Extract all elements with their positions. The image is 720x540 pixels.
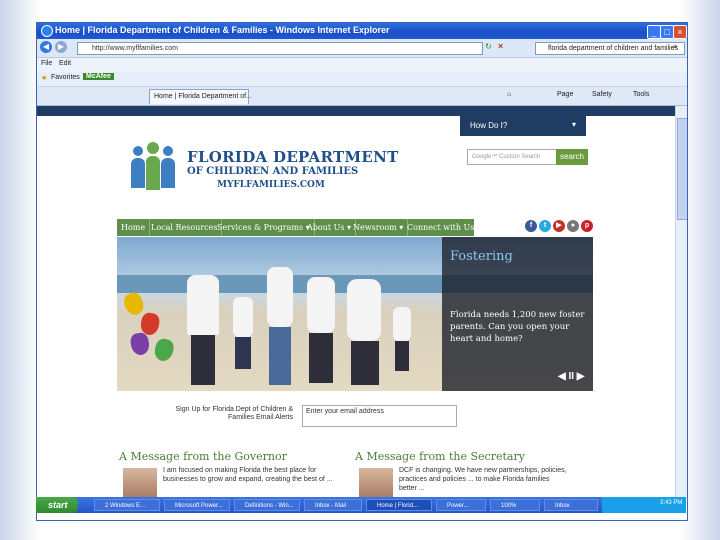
browser-window: Home | Florida Department of Children & … — [36, 22, 688, 521]
hero-banner[interactable]: Fostering Florida needs 1,200 new foster… — [117, 237, 593, 391]
cmd-safety[interactable]: Safety — [592, 91, 612, 98]
pinterest-icon[interactable]: p — [581, 220, 593, 232]
menu-bar: File Edit — [37, 58, 687, 72]
title-bar: Home | Florida Department of Children & … — [37, 23, 687, 39]
how-do-i-dropdown[interactable]: How Do I? ▾ — [460, 116, 586, 136]
logo-line-3: MYFLFAMILIES.COM — [217, 180, 325, 190]
vertical-scrollbar[interactable] — [675, 106, 687, 498]
stop-icon[interactable]: × — [498, 41, 503, 51]
refresh-icon[interactable]: ↻ — [485, 42, 492, 51]
facebook-icon[interactable]: f — [525, 220, 537, 232]
handprint-yellow — [121, 290, 147, 318]
site-top-band — [37, 106, 675, 116]
menu-file[interactable]: File — [41, 60, 52, 67]
back-icon[interactable]: ◀ — [40, 41, 52, 53]
handprint-green — [152, 337, 176, 363]
menu-edit[interactable]: Edit — [59, 60, 71, 67]
logo-line-2: OF CHILDREN AND FAMILIES — [187, 166, 359, 177]
youtube-icon[interactable]: ▶ — [553, 220, 565, 232]
favorites-bar: ★ Favorites McAfee — [37, 72, 687, 87]
taskbar: start 2 Windows E... Microsoft Power... … — [36, 497, 686, 513]
clock: 3:43 PM — [660, 500, 683, 506]
nav-services-programs[interactable]: Services & Programs ▾ — [213, 219, 315, 236]
fostering-panel: Fostering Florida needs 1,200 new foster… — [442, 237, 593, 391]
fostering-title: Fostering — [450, 249, 513, 264]
family-photo — [177, 257, 437, 391]
forward-icon[interactable]: ▶ — [55, 41, 67, 53]
secretary-title[interactable]: A Message from the Secretary — [355, 450, 525, 463]
nav-connect-with-us[interactable]: Connect with Us — [403, 219, 478, 236]
ie-logo-icon — [41, 25, 53, 37]
task-power[interactable]: Power... — [436, 499, 486, 511]
flickr-icon[interactable]: ● — [567, 220, 579, 232]
nav-newsroom[interactable]: Newsroom ▾ — [349, 219, 409, 236]
nav-local-resources[interactable]: Local Resources — [147, 219, 223, 236]
task-definitions[interactable]: Definitions - Win... — [234, 499, 300, 511]
address-bar: ◀ ▶ http://www.myflfamilies.com ↻ × flor… — [37, 39, 687, 58]
browser-search-input[interactable]: florida department of children and famil… — [535, 42, 685, 55]
site-nav: Home Local Resources Services & Programs… — [117, 219, 474, 236]
window-title: Home | Florida Department of Children & … — [55, 25, 390, 35]
site-search-input[interactable]: Google™ Custom Search — [467, 149, 557, 165]
minimize-button[interactable]: _ — [647, 25, 661, 39]
mcafee-button[interactable]: McAfee — [83, 73, 114, 80]
logo-line-1: FLORIDA DEPARTMENT — [187, 148, 399, 166]
task-powerpoint[interactable]: Microsoft Power... — [164, 499, 230, 511]
fostering-text: Florida needs 1,200 new foster parents. … — [450, 310, 585, 344]
governor-text: I am focused on making Florida the best … — [163, 467, 333, 483]
tab-row: Home | Florida Department of... ⌂ Page S… — [37, 87, 687, 106]
url-input[interactable]: http://www.myflfamilies.com — [77, 42, 483, 55]
cmd-page[interactable]: Page — [557, 91, 573, 98]
email-input[interactable]: Enter your email address — [302, 405, 457, 427]
handprint-purple — [129, 331, 151, 357]
how-do-i-label: How Do I? — [470, 121, 508, 130]
favorites-label[interactable]: Favorites — [51, 74, 80, 81]
site-search-button[interactable]: search — [556, 149, 588, 165]
scrollbar-thumb[interactable] — [677, 118, 687, 220]
nav-home[interactable]: Home — [117, 219, 151, 236]
search-icon[interactable]: ⌕ — [673, 41, 678, 52]
twitter-icon[interactable]: t — [539, 220, 551, 232]
governor-portrait — [123, 468, 157, 498]
maximize-button[interactable]: □ — [660, 25, 674, 39]
task-windows-explorer[interactable]: 2 Windows E... — [94, 499, 160, 511]
task-inbox[interactable]: Inbox — [544, 499, 598, 511]
task-ie-home[interactable]: Home | Florid... — [366, 499, 432, 511]
tab-home[interactable]: Home | Florida Department of... — [149, 89, 252, 104]
email-signup-label: Sign Up for Florida Dept of Children & F… — [175, 406, 294, 421]
close-button[interactable]: × — [673, 25, 687, 39]
task-inbox-mail[interactable]: Inbox - Mail — [304, 499, 362, 511]
carousel-controls[interactable]: ◀ II ▶ — [558, 371, 585, 382]
home-icon[interactable]: ⌂ — [507, 91, 511, 98]
task-zoom[interactable]: 100% — [490, 499, 540, 511]
web-page: How Do I? ▾ FLORIDA DEPARTMENT OF CHILDR… — [37, 106, 675, 498]
secretary-portrait — [359, 468, 393, 498]
cmd-tools[interactable]: Tools — [633, 91, 649, 98]
favorites-star-icon[interactable]: ★ — [41, 74, 47, 82]
logo-family-icon — [127, 142, 183, 192]
secretary-text: DCF is changing. We have new partnership… — [399, 467, 567, 492]
governor-title[interactable]: A Message from the Governor — [119, 450, 287, 463]
chevron-down-icon: ▾ — [572, 120, 577, 129]
start-button[interactable]: start — [36, 497, 78, 513]
system-tray: 3:43 PM — [602, 497, 686, 513]
